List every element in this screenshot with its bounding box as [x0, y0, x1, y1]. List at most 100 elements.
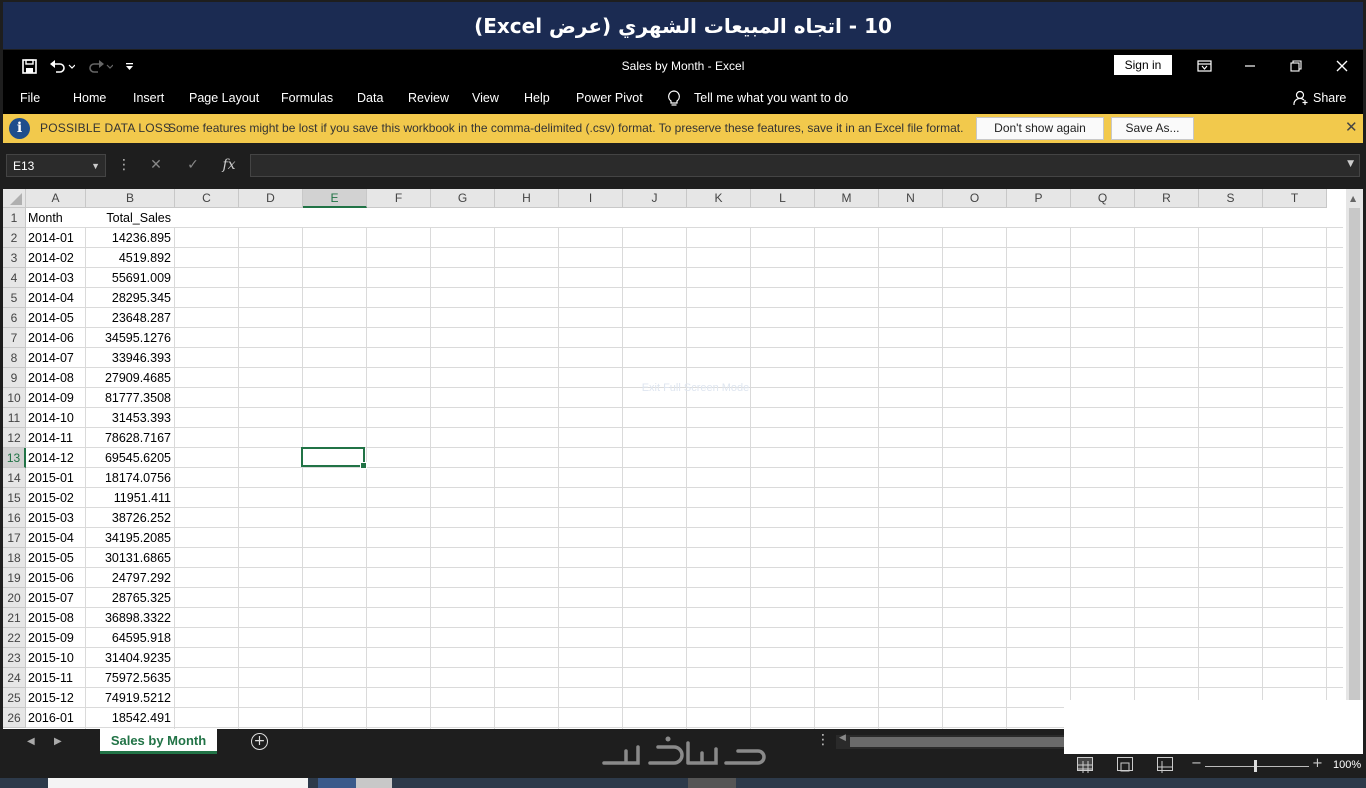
taskbar-item[interactable]	[356, 778, 392, 788]
row-header[interactable]: 14	[3, 468, 26, 488]
scroll-left-icon[interactable]: ◀	[839, 733, 846, 743]
cell-total-sales[interactable]: 4519.892	[87, 248, 171, 268]
formula-input[interactable]: ▼	[250, 154, 1360, 177]
tab-data[interactable]: Data	[357, 82, 383, 114]
cell-total-sales[interactable]: 69545.6205	[87, 448, 171, 468]
zoom-in-icon[interactable]: +	[1312, 756, 1323, 771]
horizontal-scrollbar[interactable]	[836, 735, 1066, 749]
cell-total-sales[interactable]: 18174.0756	[87, 468, 171, 488]
row-header[interactable]: 26	[3, 708, 26, 728]
enter-check-icon[interactable]: ✓	[183, 154, 203, 177]
cell-month[interactable]: 2015-09	[28, 628, 83, 648]
cell-total-sales[interactable]: 64595.918	[87, 628, 171, 648]
fill-handle[interactable]	[360, 462, 367, 469]
cancel-entry-icon[interactable]: ✕	[146, 154, 166, 177]
cell-month[interactable]: 2014-03	[28, 268, 83, 288]
column-header-j[interactable]: J	[623, 189, 687, 208]
save-as-button[interactable]: Save As...	[1111, 117, 1194, 140]
page-break-view-icon[interactable]	[1157, 757, 1173, 773]
cell-area[interactable]	[26, 208, 1343, 729]
cell-month[interactable]: 2015-12	[28, 688, 83, 708]
spreadsheet-grid[interactable]: Exit Full Screen Mode ▲ ABCDEFGHIJKLMNOP…	[3, 189, 1363, 729]
cell-month[interactable]: Month	[28, 208, 83, 228]
add-sheet-icon[interactable]: +	[251, 733, 268, 750]
cell-total-sales[interactable]: 18542.491	[87, 708, 171, 728]
previous-sheet-icon[interactable]: ◀	[27, 729, 35, 754]
cell-month[interactable]: 2015-10	[28, 648, 83, 668]
row-header[interactable]: 10	[3, 388, 26, 408]
ribbon-display-icon[interactable]	[1182, 50, 1226, 82]
cell-total-sales[interactable]: 78628.7167	[87, 428, 171, 448]
chevron-down-icon[interactable]: ▼	[91, 155, 100, 178]
tab-review[interactable]: Review	[408, 82, 449, 114]
column-header-n[interactable]: N	[879, 189, 943, 208]
cell-total-sales[interactable]: 36898.3322	[87, 608, 171, 628]
cell-month[interactable]: 2014-12	[28, 448, 83, 468]
cell-month[interactable]: 2014-04	[28, 288, 83, 308]
share-button[interactable]: Share	[1313, 82, 1346, 114]
cell-total-sales[interactable]: 33946.393	[87, 348, 171, 368]
cell-total-sales[interactable]: 30131.6865	[87, 548, 171, 568]
zoom-slider-thumb[interactable]	[1254, 760, 1257, 772]
column-header-o[interactable]: O	[943, 189, 1007, 208]
column-header-h[interactable]: H	[495, 189, 559, 208]
row-header[interactable]: 3	[3, 248, 26, 268]
cell-month[interactable]: 2015-02	[28, 488, 83, 508]
row-header[interactable]: 18	[3, 548, 26, 568]
cell-month[interactable]: 2016-01	[28, 708, 83, 728]
cell-total-sales[interactable]: 23648.287	[87, 308, 171, 328]
cell-total-sales[interactable]: 55691.009	[87, 268, 171, 288]
sheet-tab-sales-by-month[interactable]: Sales by Month	[100, 729, 217, 754]
column-header-f[interactable]: F	[367, 189, 431, 208]
tab-file[interactable]: File	[20, 82, 40, 114]
cell-month[interactable]: 2014-05	[28, 308, 83, 328]
row-header[interactable]: 7	[3, 328, 26, 348]
cell-month[interactable]: 2014-07	[28, 348, 83, 368]
dont-show-again-button[interactable]: Don't show again	[976, 117, 1104, 140]
row-header[interactable]: 12	[3, 428, 26, 448]
selected-cell[interactable]	[301, 447, 367, 469]
vertical-scroll-thumb[interactable]	[1349, 208, 1360, 718]
row-header[interactable]: 22	[3, 628, 26, 648]
tab-formulas[interactable]: Formulas	[281, 82, 333, 114]
cell-month[interactable]: 2015-05	[28, 548, 83, 568]
cell-month[interactable]: 2015-06	[28, 568, 83, 588]
column-header-r[interactable]: R	[1135, 189, 1199, 208]
cell-total-sales[interactable]: 14236.895	[87, 228, 171, 248]
cell-total-sales[interactable]: 34595.1276	[87, 328, 171, 348]
cell-month[interactable]: 2015-04	[28, 528, 83, 548]
cell-month[interactable]: 2014-02	[28, 248, 83, 268]
close-warning-icon[interactable]: ✕	[1345, 118, 1358, 136]
cell-total-sales[interactable]: Total_Sales	[87, 208, 171, 228]
column-header-p[interactable]: P	[1007, 189, 1071, 208]
zoom-out-icon[interactable]: −	[1191, 756, 1202, 771]
row-header[interactable]: 1	[3, 208, 26, 228]
close-icon[interactable]	[1320, 50, 1364, 82]
cell-month[interactable]: 2015-07	[28, 588, 83, 608]
cell-month[interactable]: 2015-11	[28, 668, 83, 688]
tab-home[interactable]: Home	[73, 82, 106, 114]
column-header-k[interactable]: K	[687, 189, 751, 208]
row-header[interactable]: 13	[3, 448, 26, 468]
row-header[interactable]: 4	[3, 268, 26, 288]
cell-total-sales[interactable]: 81777.3508	[87, 388, 171, 408]
taskbar-item[interactable]	[48, 778, 308, 788]
column-header-a[interactable]: A	[26, 189, 86, 208]
column-header-g[interactable]: G	[431, 189, 495, 208]
cell-total-sales[interactable]: 34195.2085	[87, 528, 171, 548]
cell-total-sales[interactable]: 28295.345	[87, 288, 171, 308]
tab-help[interactable]: Help	[524, 82, 550, 114]
tab-view[interactable]: View	[472, 82, 499, 114]
row-header[interactable]: 20	[3, 588, 26, 608]
cell-total-sales[interactable]: 74919.5212	[87, 688, 171, 708]
restore-icon[interactable]	[1274, 50, 1318, 82]
column-header-e[interactable]: E	[303, 189, 367, 208]
zoom-slider-track[interactable]	[1205, 766, 1309, 767]
cell-month[interactable]: 2014-10	[28, 408, 83, 428]
cell-month[interactable]: 2014-06	[28, 328, 83, 348]
cell-month[interactable]: 2015-03	[28, 508, 83, 528]
column-header-m[interactable]: M	[815, 189, 879, 208]
select-all-corner[interactable]	[3, 189, 26, 208]
cell-total-sales[interactable]: 75972.5635	[87, 668, 171, 688]
taskbar-item[interactable]	[688, 778, 736, 788]
